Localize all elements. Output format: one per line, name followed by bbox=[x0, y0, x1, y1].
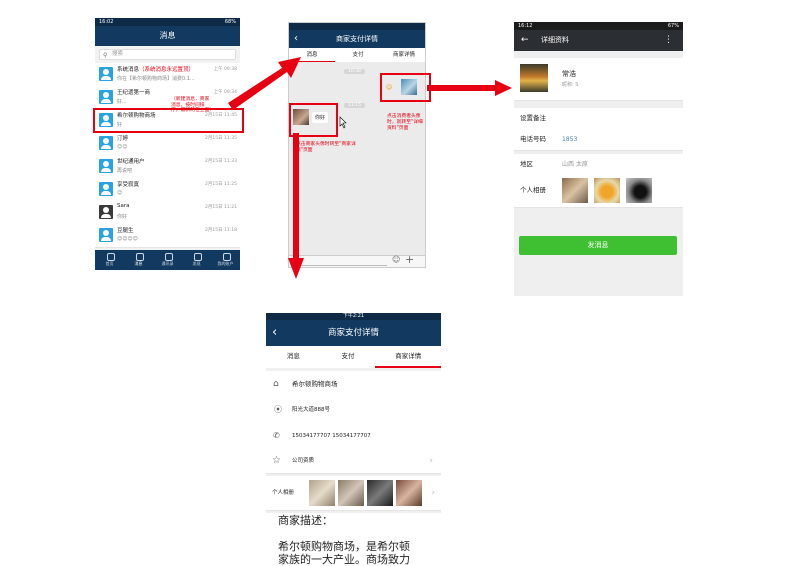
arrow-to-merchant-detail bbox=[288, 133, 304, 279]
flow-arrows bbox=[228, 57, 512, 279]
arrow-to-profile bbox=[427, 80, 512, 96]
cursor-icon bbox=[339, 116, 347, 129]
arrow-to-chat bbox=[228, 57, 301, 110]
